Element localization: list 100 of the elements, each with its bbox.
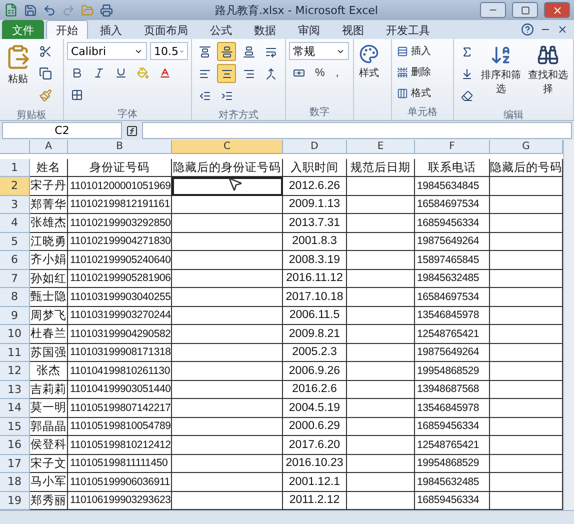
table-cell: 19954868529 [415, 362, 490, 381]
table-cell: 110103199903040255 [68, 288, 172, 307]
cells-button[interactable]: 插入 [395, 42, 433, 60]
column-header[interactable]: C [172, 140, 283, 154]
table-cell [347, 492, 415, 510]
font-size-field[interactable]: 10.5 [150, 42, 188, 60]
ribbon-tab[interactable]: 审阅 [288, 20, 330, 40]
column-header[interactable]: B [68, 140, 172, 154]
row-header[interactable]: 13 [0, 380, 30, 400]
ribbon-tab[interactable]: 开发工具 [376, 20, 440, 40]
table-cell: 110102199903292850 [68, 214, 172, 233]
table-cell: 杜春兰 [30, 325, 68, 344]
table-cell: 2005.2.3 [283, 344, 347, 362]
header-cell: 隐藏后的身份证号码 [172, 158, 283, 178]
paste-button[interactable]: 粘贴 [3, 42, 33, 88]
percent-button[interactable]: % [311, 63, 329, 82]
name-box[interactable]: C2 [2, 122, 122, 140]
minimize-button[interactable] [480, 2, 506, 18]
cells-button[interactable]: 删除 [395, 63, 433, 82]
table-cell: 齐小娟 [30, 251, 68, 270]
table-cell [347, 214, 415, 233]
ribbon-tab[interactable]: 视图 [332, 20, 374, 40]
row-header[interactable]: 7 [0, 270, 30, 288]
column-header[interactable]: D [283, 140, 347, 154]
vertical-align-icon[interactable] [217, 42, 236, 62]
ribbon-tab[interactable]: 页面布局 [134, 20, 198, 40]
column-header[interactable]: G [490, 140, 563, 154]
function-icon[interactable] [126, 124, 138, 137]
row-header[interactable]: 3 [0, 196, 30, 214]
row-header[interactable]: 4 [0, 214, 30, 233]
table-cell: 2017.10.18 [283, 288, 347, 307]
ribbon-tab[interactable]: 文件 [2, 20, 44, 40]
font-name-field[interactable]: Calibri [67, 42, 147, 60]
row-header[interactable]: 19 [0, 492, 30, 510]
row-header[interactable]: 2 [0, 177, 30, 196]
table-cell: 2017.6.20 [283, 436, 347, 455]
table-cell: 110104199810261130 [68, 362, 172, 381]
undo-icon[interactable] [43, 4, 56, 17]
horizontal-align-icon[interactable] [217, 64, 236, 84]
save-icon[interactable] [24, 4, 37, 17]
ribbon-tab[interactable]: 开始 [46, 20, 88, 40]
vertical-scrollbar[interactable] [563, 140, 574, 510]
binoculars-icon [537, 44, 559, 66]
ribbon-tab[interactable]: 插入 [90, 20, 132, 40]
printer-icon[interactable] [100, 4, 113, 17]
palette-icon [359, 44, 379, 64]
table-cell [347, 362, 415, 381]
table-cell: 侯登科 [30, 436, 68, 455]
row-header[interactable]: 14 [0, 399, 30, 418]
table-cell: 2006.11.5 [283, 306, 347, 326]
table-cell: 110104199903051440 [68, 380, 172, 400]
row-header[interactable]: 1 [0, 158, 30, 178]
ribbon-tab[interactable]: 数据 [244, 20, 286, 40]
table-cell: 12548765421 [415, 325, 490, 344]
table-cell: 2013.7.31 [283, 214, 347, 233]
styles-button[interactable]: 样式 [357, 42, 381, 82]
close-icon[interactable] [557, 24, 568, 36]
group-label: 字体 [116, 108, 138, 122]
editing-button[interactable]: 查找和选择 [526, 42, 570, 98]
table-cell: 19845632485 [415, 473, 490, 492]
table-cell: 110105199810054789 [68, 418, 172, 436]
font-name-value: Calibri [71, 44, 106, 58]
ribbon-tab[interactable]: 公式 [200, 20, 242, 40]
table-cell: 2001.8.3 [283, 232, 347, 252]
table-cell: 16859456334 [415, 492, 490, 510]
editing-button[interactable]: 排序和筛选 [479, 42, 523, 98]
row-header[interactable]: 12 [0, 362, 30, 381]
comma-button[interactable]: , [332, 63, 343, 82]
table-cell: 16859456334 [415, 418, 490, 436]
column-header[interactable]: E [347, 140, 415, 154]
row-header[interactable]: 15 [0, 418, 30, 436]
column-header[interactable]: F [415, 140, 490, 154]
number-format-field[interactable]: 常规 [289, 42, 349, 60]
table-cell: 110105199906036911 [68, 473, 172, 492]
help-icon[interactable] [521, 23, 534, 36]
table-cell: 16859456334 [415, 214, 490, 233]
table-icon [397, 66, 408, 78]
table-cell: 2006.9.26 [283, 362, 347, 381]
table-cell: 甄士隐 [30, 288, 68, 307]
row-header[interactable]: 10 [0, 325, 30, 344]
row-header[interactable]: 6 [0, 251, 30, 270]
close-button[interactable] [544, 2, 570, 18]
row-header[interactable]: 17 [0, 454, 30, 474]
row-header[interactable]: 11 [0, 344, 30, 362]
table-cell: 张杰 [30, 362, 68, 381]
cells-button[interactable]: 格式 [395, 84, 433, 102]
row-header[interactable]: 18 [0, 473, 30, 492]
header-cell: 隐藏后的号码 [490, 158, 563, 178]
row-header[interactable]: 9 [0, 306, 30, 326]
table-cell [347, 177, 415, 196]
maximize-button[interactable] [512, 2, 538, 18]
row-header[interactable]: 8 [0, 288, 30, 307]
row-header[interactable]: 16 [0, 436, 30, 455]
column-header[interactable]: A [30, 140, 68, 154]
table-cell [347, 251, 415, 270]
table-cell: 16584697534 [415, 288, 490, 307]
table-cell: 110102199904271830 [68, 232, 172, 252]
close-icon [552, 4, 562, 16]
formula-field[interactable] [142, 122, 572, 140]
row-header[interactable]: 5 [0, 232, 30, 252]
